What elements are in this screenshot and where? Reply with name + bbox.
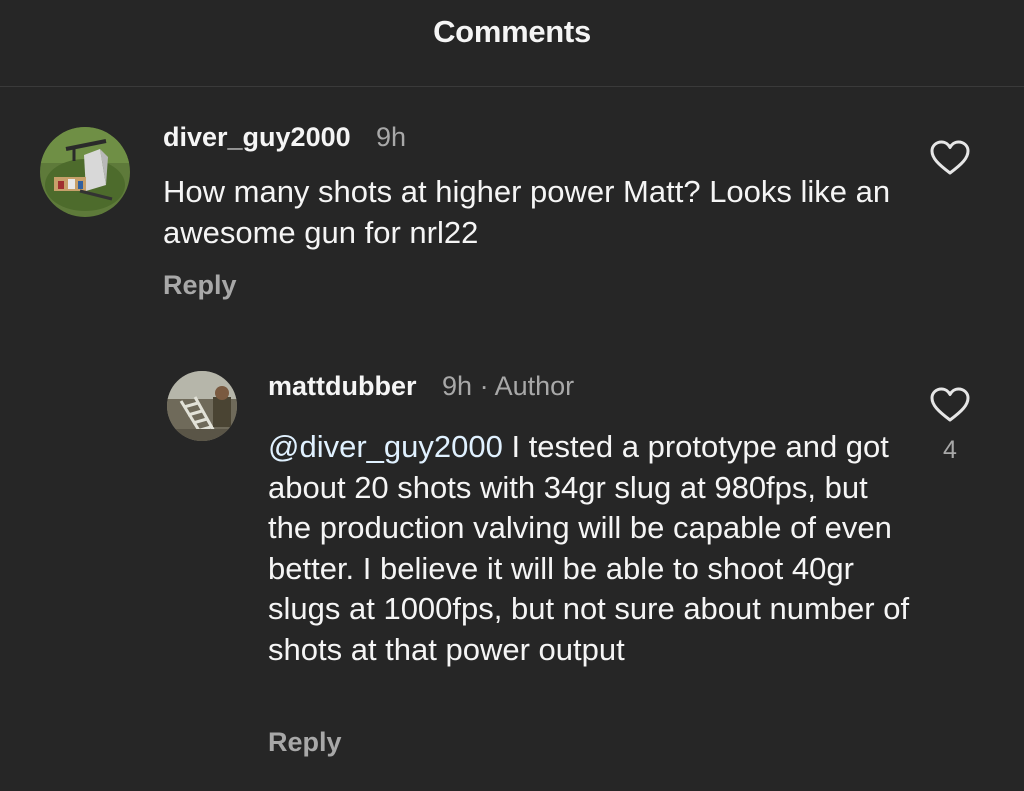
comment-username[interactable]: diver_guy2000 (163, 122, 351, 153)
reply-username[interactable]: mattdubber (268, 371, 417, 402)
comment-timestamp: 9h (376, 122, 407, 152)
like-count: 4 (943, 436, 957, 464)
reply-timestamp: 9h · Author (442, 371, 574, 402)
comment-text: How many shots at higher power Matt? Loo… (163, 174, 891, 250)
avatar-image (167, 371, 237, 441)
reply-button[interactable]: Reply (163, 270, 237, 301)
mention-link[interactable]: @diver_guy2000 (268, 429, 503, 464)
reply-text: @diver_guy2000 I tested a prototype and … (268, 427, 918, 670)
avatar[interactable] (40, 127, 130, 217)
page-title: Comments (433, 14, 591, 49)
author-badge: Author (494, 371, 575, 401)
heart-outline-icon[interactable] (930, 387, 970, 423)
avatar[interactable] (167, 371, 237, 441)
reply-body: I tested a prototype and got about 20 sh… (268, 429, 910, 667)
reply-time: 9h (442, 371, 473, 401)
reply-button[interactable]: Reply (268, 727, 342, 758)
heart-outline-icon[interactable] (930, 140, 970, 176)
meta-separator: · (479, 371, 489, 401)
avatar-image (40, 127, 130, 217)
comments-header: Comments (0, 0, 1024, 87)
